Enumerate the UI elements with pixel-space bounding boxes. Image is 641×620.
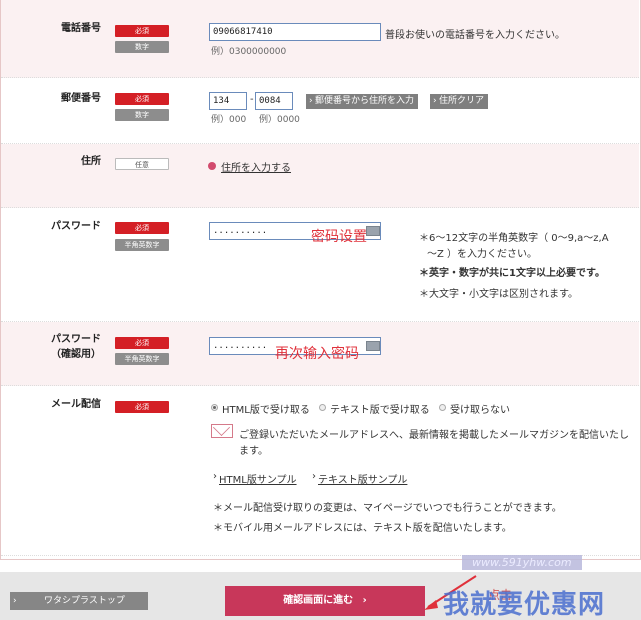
- postal-dash: -: [250, 94, 254, 105]
- postal-code-first-input[interactable]: 134: [209, 92, 247, 110]
- phone-input[interactable]: 09066817410: [209, 23, 381, 41]
- radio-none[interactable]: [439, 404, 446, 411]
- chevron-right-icon: ›: [213, 471, 217, 482]
- radio-text-label[interactable]: テキスト版で受け取る: [330, 401, 430, 416]
- required-badge: 必須: [115, 25, 169, 37]
- phone-help: 普段お使いの電話番号を入力ください。: [385, 30, 565, 41]
- required-badge: 必須: [115, 222, 169, 234]
- password-annotation: 密码设置: [311, 229, 367, 245]
- optional-badge: 任意: [115, 158, 169, 170]
- postal-label: 郵便番号: [61, 93, 101, 104]
- type-badge: 半角英数字: [115, 353, 169, 365]
- html-sample-link[interactable]: HTML版サンプル: [219, 471, 297, 486]
- type-badge: 半角英数字: [115, 239, 169, 251]
- phone-row: 電話番号 必須 数字 09066817410 普段お使いの電話番号を入力ください…: [1, 0, 639, 78]
- address-row: 住所 任意 住所を入力する: [1, 144, 639, 208]
- required-badge: 必須: [115, 337, 169, 349]
- type-badge: 数字: [115, 109, 169, 121]
- password-row: パスワード 必須 半角英数字 .......... 密码设置 ＊6～12文字の半…: [1, 208, 639, 322]
- postal-code-second-input[interactable]: 0084: [255, 92, 293, 110]
- type-badge: 数字: [115, 41, 169, 53]
- expand-icon: [208, 162, 216, 170]
- mail-note-2: ＊モバイル用メールアドレスには、テキスト版を配信いたします。: [213, 523, 512, 534]
- keyboard-icon[interactable]: [366, 226, 380, 236]
- password-confirm-label-sub: （確認用）: [51, 349, 101, 360]
- postal-example-second: 例）0000: [259, 115, 300, 125]
- address-input-link[interactable]: 住所を入力する: [221, 159, 291, 174]
- radio-text[interactable]: [319, 404, 326, 411]
- chevron-right-icon: ›: [362, 595, 367, 606]
- address-clear-button[interactable]: 住所クリア: [430, 94, 489, 109]
- back-to-top-button[interactable]: ワタシプラストップ: [10, 592, 148, 610]
- postal-lookup-button[interactable]: 郵便番号から住所を入力: [306, 94, 419, 109]
- password-confirm-annotation: 再次输入密码: [275, 346, 359, 362]
- address-label: 住所: [81, 156, 101, 167]
- password-label: パスワード: [51, 221, 101, 232]
- text-sample-link[interactable]: テキスト版サンプル: [318, 471, 407, 486]
- mail-notice-line1: ご登録いただいたメールアドレスへ、最新情報を掲載したメールマガジンを配信いたし: [239, 430, 629, 441]
- watermark-url: www.591yhw.com: [462, 555, 582, 570]
- required-badge: 必須: [115, 93, 169, 105]
- chevron-right-icon: ›: [312, 471, 316, 482]
- required-badge: 必須: [115, 401, 169, 413]
- mail-label: メール配信: [51, 399, 101, 410]
- postal-row: 郵便番号 必須 数字 134 - 0084 郵便番号から住所を入力 住所クリア …: [1, 78, 639, 144]
- mail-row: メール配信 必須 HTML版で受け取る テキスト版で受け取る 受け取らない ご登…: [1, 386, 639, 556]
- password-rule-1a: ＊6～12文字の半角英数字（ 0～9,a～z,A: [419, 233, 609, 244]
- password-confirm-row: パスワード （確認用） 必須 半角英数字 .......... 再次输入密码: [1, 322, 639, 386]
- password-rule-1b: ～Z ）を入力ください。: [427, 249, 538, 260]
- mail-notice-line2: ます。: [239, 446, 268, 457]
- postal-example-first: 例）000: [211, 115, 247, 125]
- password-rule-2: ＊英字・数字が共に1文字以上必要です。: [419, 268, 605, 279]
- confirm-button[interactable]: 確認画面に進む ›: [225, 586, 425, 616]
- password-confirm-label: パスワード: [51, 334, 101, 345]
- radio-html[interactable]: [211, 404, 218, 411]
- phone-label: 電話番号: [61, 23, 101, 34]
- mail-icon: [211, 424, 233, 438]
- keyboard-icon[interactable]: [366, 341, 380, 351]
- radio-html-label[interactable]: HTML版で受け取る: [222, 401, 310, 416]
- password-rule-3: ＊大文字・小文字は区別されます。: [419, 289, 578, 300]
- watermark-text: 我就要优惠网: [443, 590, 606, 620]
- radio-none-label[interactable]: 受け取らない: [450, 401, 510, 416]
- mail-note-1: ＊メール配信受け取りの変更は、マイページでいつでも行うことができます。: [213, 503, 562, 514]
- phone-example: 例）0300000000: [211, 47, 287, 57]
- confirm-button-label: 確認画面に進む: [283, 595, 354, 606]
